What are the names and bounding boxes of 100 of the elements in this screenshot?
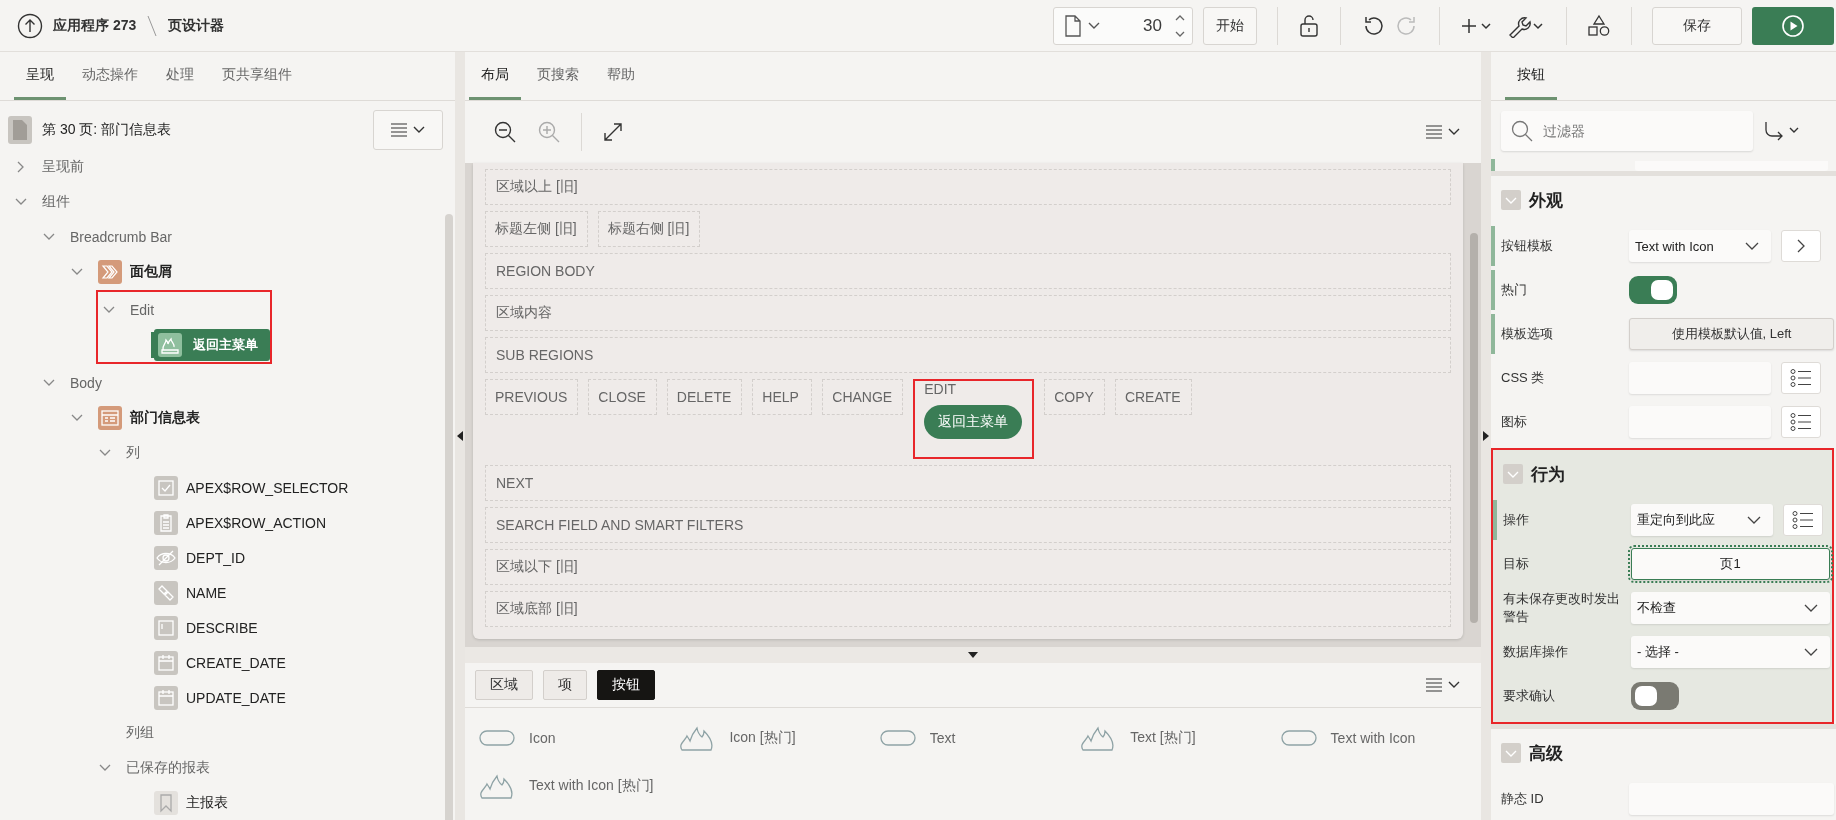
filter-field[interactable]: 过滤器 <box>1501 111 1753 151</box>
drop-zone-label: CLOSE <box>598 389 646 405</box>
scrollbar[interactable] <box>1470 233 1478 623</box>
group-title: 行为 <box>1531 463 1565 486</box>
tree-node[interactable]: APEX$ROW_SELECTOR <box>150 473 353 502</box>
drop-zone[interactable]: 区域以上 [旧] <box>485 169 1451 205</box>
tree-node[interactable]: UPDATE_DATE <box>150 683 290 712</box>
toggle-switch[interactable] <box>1631 682 1679 710</box>
tree-node[interactable]: 组件 <box>38 187 74 216</box>
panel-tab[interactable]: 布局 <box>469 52 521 100</box>
tree-node[interactable]: 已保存的报表 <box>122 753 214 782</box>
gallery-item[interactable]: Text <box>879 716 1081 760</box>
drop-zone[interactable]: EDIT 返回主菜单 <box>913 379 1035 459</box>
gallery-tab[interactable]: 按钮 <box>597 670 655 700</box>
drop-zone[interactable]: CREATE <box>1114 379 1192 415</box>
drop-zone-label: 区域底部 [旧] <box>496 600 578 618</box>
tree-node[interactable]: CREATE_DATE <box>150 648 290 677</box>
tree-node[interactable]: NAME <box>150 578 231 607</box>
list-picker-button[interactable] <box>1781 362 1821 394</box>
collapse-arrow-icon[interactable] <box>457 431 463 441</box>
tree-node[interactable]: 列 <box>122 438 144 467</box>
select-field[interactable]: Text with Icon <box>1629 230 1771 262</box>
select-field[interactable]: 不检查 <box>1631 592 1830 624</box>
tree-node[interactable]: Breadcrumb Bar <box>66 222 176 251</box>
gallery-item[interactable]: Icon [热门] <box>679 716 880 760</box>
calendar-icon <box>154 685 178 710</box>
next-button[interactable] <box>1781 230 1821 262</box>
pill-shape-icon <box>879 730 916 746</box>
zoom-in-icon[interactable] <box>537 120 561 144</box>
drop-zone[interactable]: HELP <box>752 379 813 415</box>
drop-zone[interactable]: SEARCH FIELD AND SMART FILTERS <box>485 507 1451 543</box>
list-picker-button[interactable] <box>1781 406 1821 438</box>
tree-node[interactable]: 部门信息表 <box>94 403 204 432</box>
gallery-tab[interactable]: 项 <box>543 670 587 700</box>
drop-zone[interactable]: 区域底部 [旧] <box>485 591 1451 627</box>
tree-node[interactable]: Edit <box>126 295 159 324</box>
gallery-item[interactable]: Text with Icon [热门] <box>479 764 680 808</box>
tree-node[interactable]: DEPT_ID <box>150 543 250 572</box>
toggle-switch[interactable] <box>1629 276 1677 304</box>
drop-zone[interactable]: SUB REGIONS <box>485 337 1451 373</box>
collapse-arrow-icon[interactable] <box>1483 431 1489 441</box>
run-button[interactable] <box>1752 6 1834 45</box>
gallery-item[interactable]: Text with Icon <box>1280 716 1481 760</box>
zoom-out-icon[interactable] <box>493 120 517 144</box>
shapes-icon[interactable] <box>1587 13 1611 38</box>
gallery-item[interactable]: Text [热门] <box>1080 716 1281 760</box>
tree-node[interactable]: APEX$ROW_ACTION <box>150 508 331 537</box>
text-field[interactable] <box>1629 783 1834 815</box>
drop-zone[interactable]: 标题左侧 [旧] <box>485 211 588 247</box>
text-field[interactable] <box>1629 406 1771 438</box>
panel-tab[interactable]: 页共享组件 <box>210 52 304 100</box>
select-field[interactable]: - 选择 - <box>1631 636 1830 668</box>
scrollbar[interactable] <box>445 214 453 820</box>
tree-node[interactable]: 主报表 <box>150 788 232 817</box>
tree-node[interactable]: Body <box>66 368 106 397</box>
drop-zone[interactable]: PREVIOUS <box>485 379 579 415</box>
menu-icon[interactable] <box>1425 678 1461 692</box>
select-field[interactable]: 重定向到此应 <box>1631 504 1773 536</box>
drop-zone[interactable]: 区域内容 <box>485 295 1451 331</box>
drop-zone[interactable]: COPY <box>1044 379 1105 415</box>
drop-zone-label: CHANGE <box>832 389 893 405</box>
tree-node[interactable]: 呈现前 <box>38 152 88 181</box>
text-field[interactable] <box>1635 161 1828 171</box>
link-target-button[interactable]: 页1 <box>1631 548 1830 580</box>
expand-icon[interactable] <box>602 121 624 143</box>
start-button[interactable]: 开始 <box>1203 6 1257 45</box>
page-number-field[interactable]: 30 <box>1053 6 1193 45</box>
drop-zone-label: EDIT <box>924 381 957 397</box>
drop-zone[interactable]: REGION BODY <box>485 253 1451 289</box>
component-button[interactable]: 返回主菜单 <box>924 405 1023 439</box>
collapse-arrow-icon[interactable] <box>968 652 978 658</box>
property-label: 有未保存更改时发出警告 <box>1502 590 1621 626</box>
list-picker-button[interactable] <box>1783 504 1823 536</box>
unlock-icon[interactable] <box>1298 13 1320 38</box>
drop-zone[interactable]: CLOSE <box>588 379 657 415</box>
drop-zone[interactable]: CHANGE <box>822 379 904 415</box>
drop-zone[interactable]: 区域以下 [旧] <box>485 549 1451 585</box>
options-button[interactable]: 使用模板默认值, Left <box>1629 318 1834 350</box>
panel-tab[interactable]: 动态操作 <box>70 52 150 100</box>
tree-node[interactable]: 返回主菜单 <box>154 328 270 361</box>
drop-zone[interactable]: 标题右侧 [旧] <box>597 211 701 247</box>
gallery-tab[interactable]: 区域 <box>475 670 533 700</box>
panel-tab[interactable]: 按钮 <box>1505 52 1557 100</box>
gallery-item[interactable]: Icon <box>479 716 680 760</box>
tree-node[interactable]: 面包屑 <box>94 257 176 286</box>
tree-node[interactable]: 列组 <box>122 718 158 747</box>
drop-zone-label: CREATE <box>1124 389 1181 405</box>
tree-node[interactable]: DESCRIBE <box>150 613 262 642</box>
app-title-link[interactable]: 应用程序 273 <box>53 16 137 35</box>
save-button[interactable]: 保存 <box>1652 6 1742 45</box>
panel-tab[interactable]: 页搜索 <box>525 52 591 100</box>
panel-tab[interactable]: 呈现 <box>14 52 66 100</box>
drop-zone-label: 标题右侧 [旧] <box>607 220 690 238</box>
text-field[interactable] <box>1629 362 1771 394</box>
menu-icon[interactable] <box>1425 125 1461 139</box>
drop-zone[interactable]: DELETE <box>666 379 743 415</box>
panel-tab[interactable]: 处理 <box>154 52 206 100</box>
panel-tab[interactable]: 帮助 <box>595 52 647 100</box>
tree-menu-button[interactable] <box>373 110 443 150</box>
drop-zone[interactable]: NEXT <box>485 465 1451 501</box>
